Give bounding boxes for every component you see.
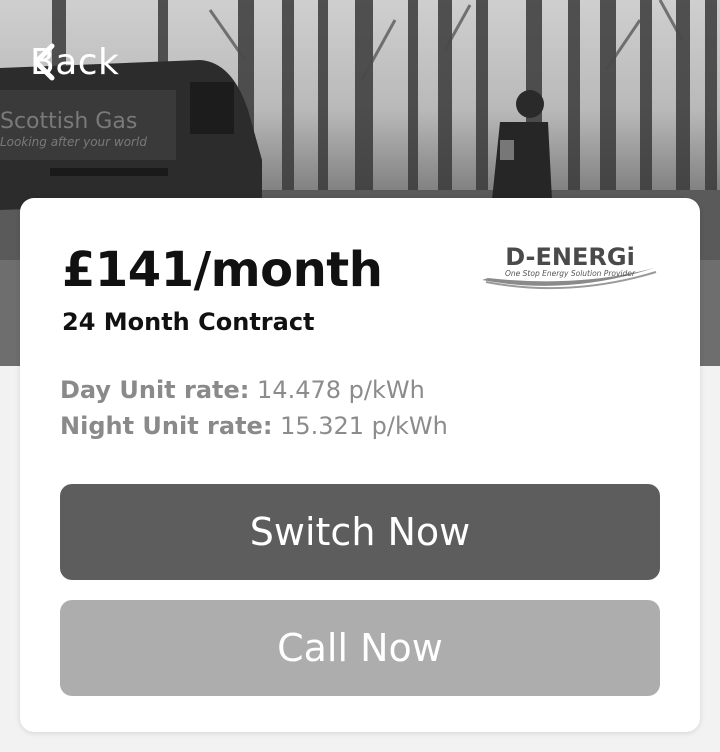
supplier-logo: D-ENERGi One Stop Energy Solution Provid…	[482, 243, 657, 290]
unit-rates: Day Unit rate: 14.478 p/kWh Night Unit r…	[60, 372, 448, 444]
monthly-price: £141/month	[62, 242, 383, 298]
night-rate-label: Night Unit rate:	[60, 412, 273, 440]
svg-text:Looking after your world: Looking after your world	[0, 135, 147, 149]
plan-card: £141/month 24 Month Contract D-ENERGi On…	[20, 198, 700, 732]
switch-now-button[interactable]: Switch Now	[60, 484, 660, 580]
person	[492, 90, 552, 200]
day-rate-label: Day Unit rate:	[60, 376, 250, 404]
night-rate-row: Night Unit rate: 15.321 p/kWh	[60, 408, 448, 444]
chevron-left-icon	[33, 43, 55, 81]
svg-text:Scottish Gas: Scottish Gas	[0, 109, 137, 134]
night-rate-value: 15.321 p/kWh	[280, 412, 448, 440]
day-rate-value: 14.478 p/kWh	[257, 376, 425, 404]
svg-text:One Stop Energy Solution Provi: One Stop Energy Solution Provider	[505, 269, 636, 278]
call-now-button[interactable]: Call Now	[60, 600, 660, 696]
day-rate-row: Day Unit rate: 14.478 p/kWh	[60, 372, 448, 408]
contract-length: 24 Month Contract	[62, 308, 315, 336]
back-button[interactable]: Back	[30, 42, 119, 83]
svg-text:D-ENERGi: D-ENERGi	[505, 243, 635, 271]
